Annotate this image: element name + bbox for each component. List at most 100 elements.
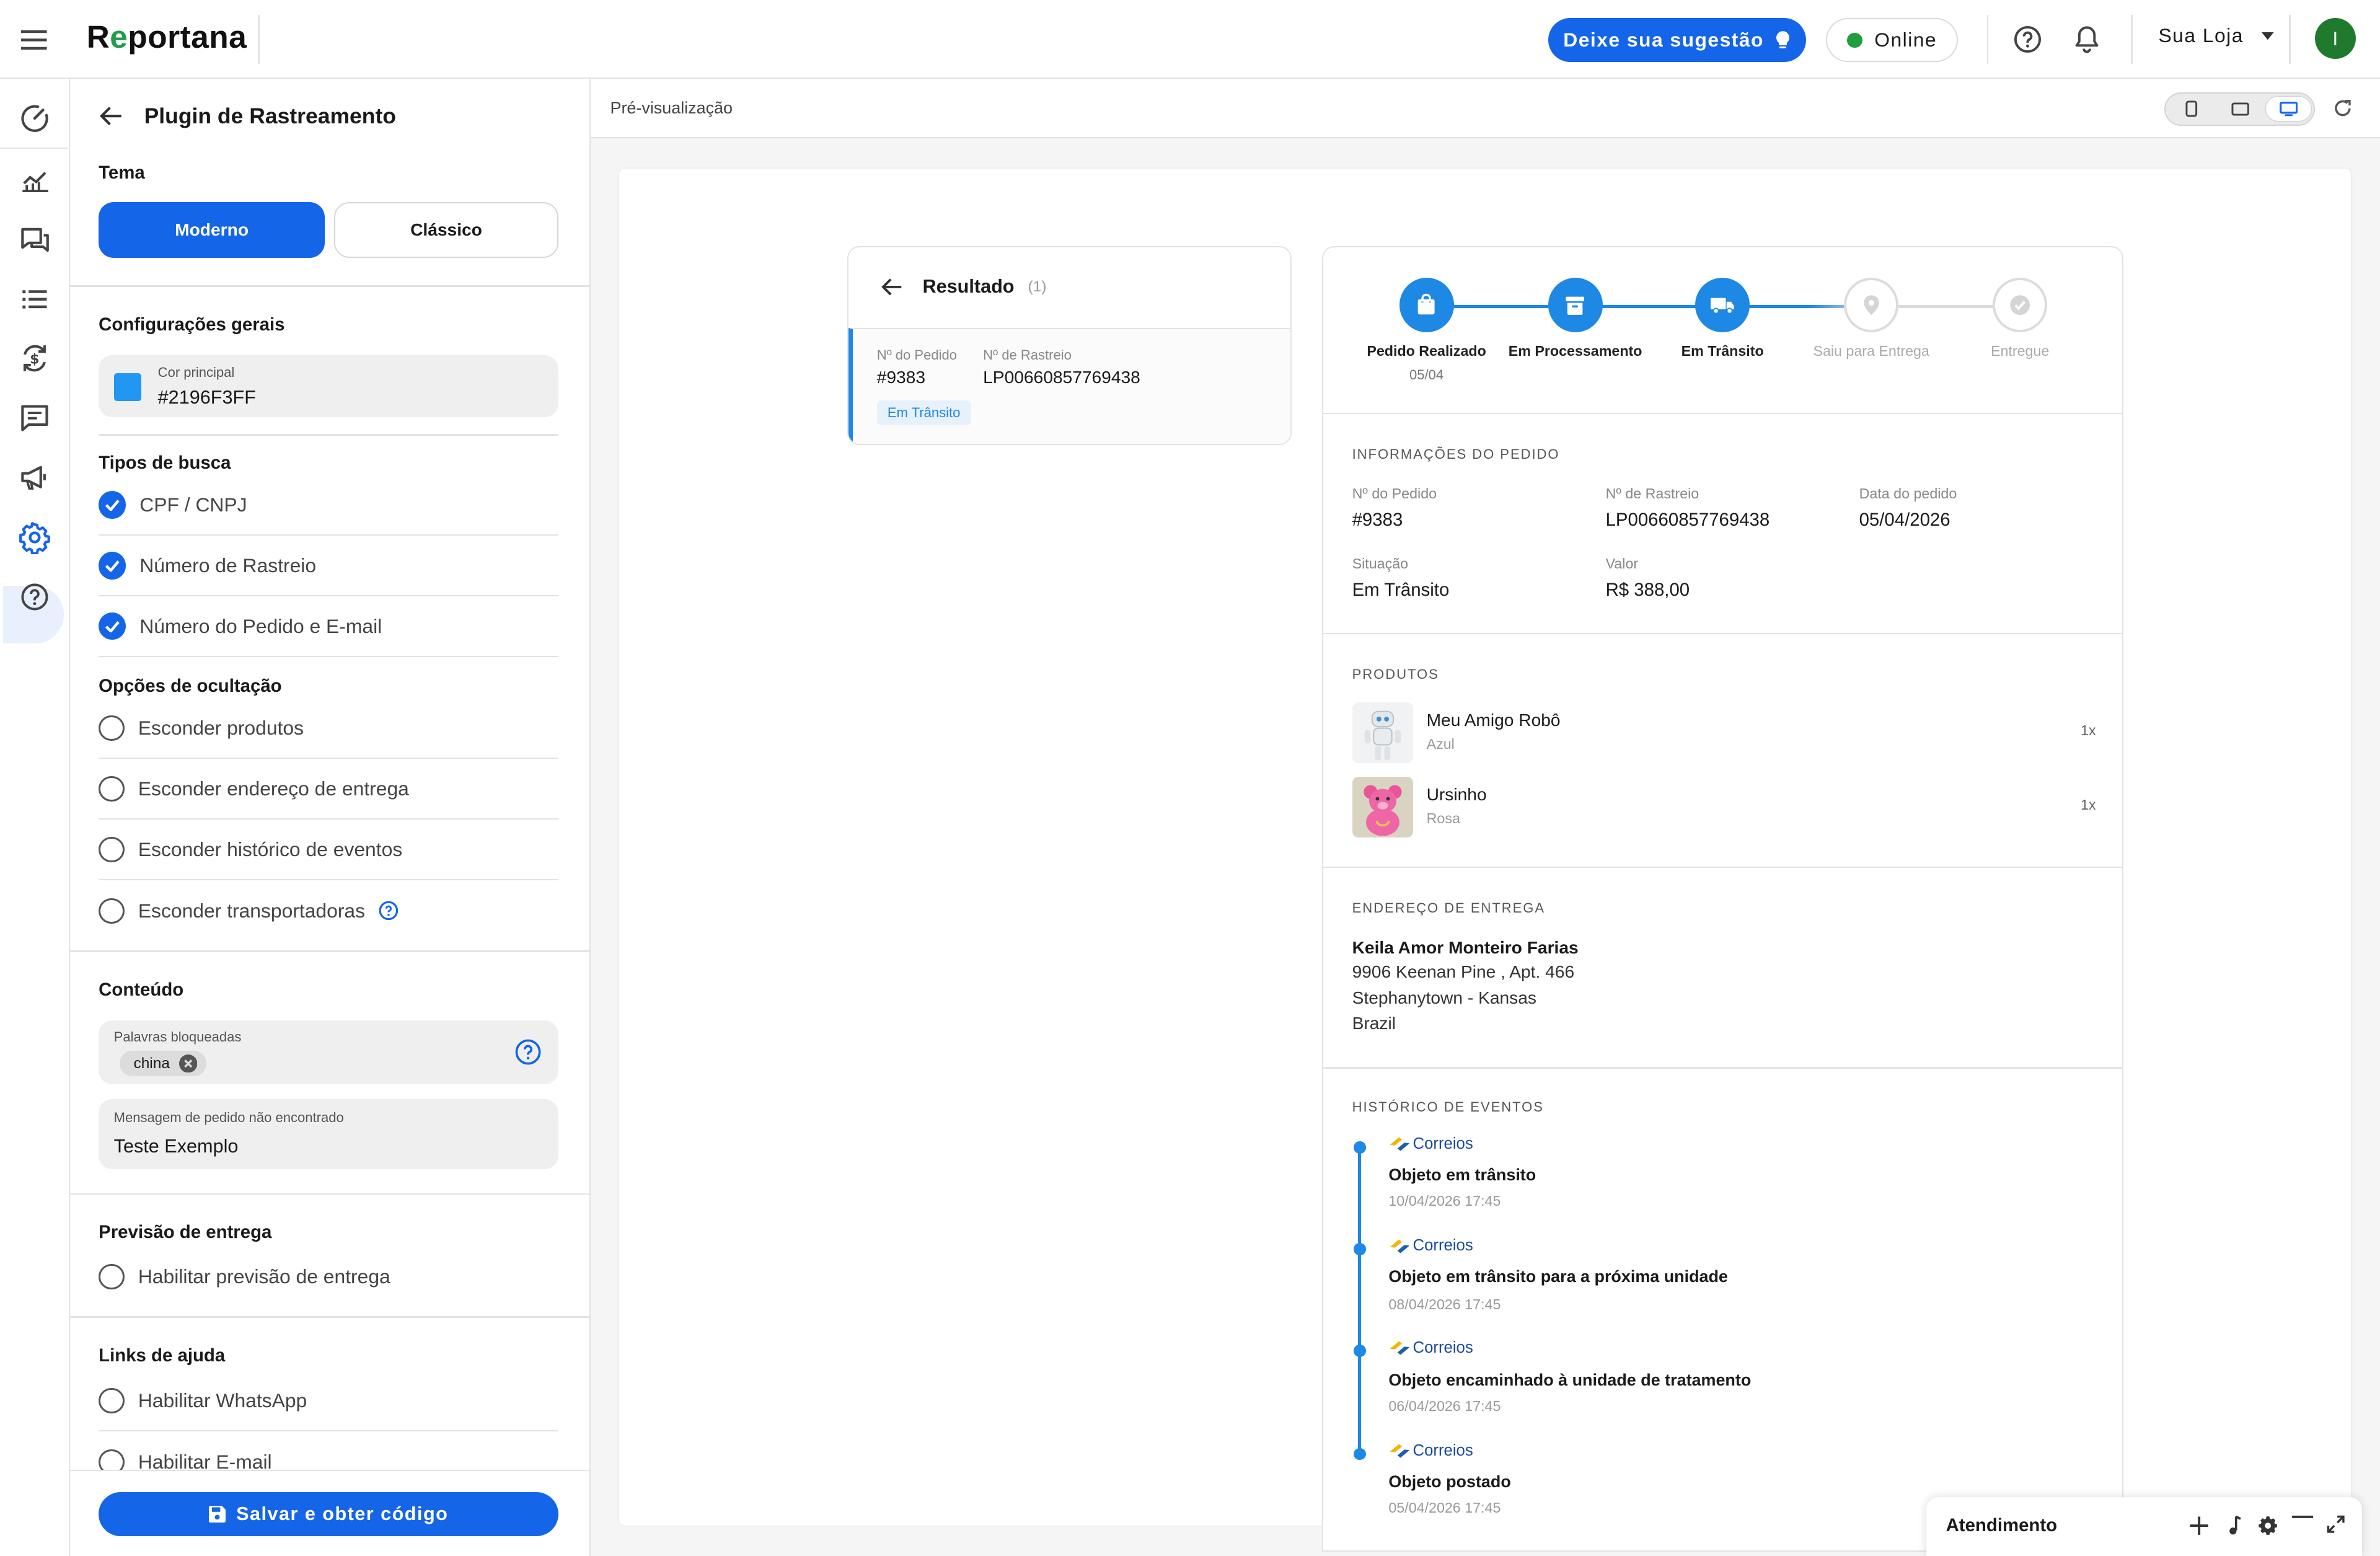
unchecked-circle-icon[interactable] bbox=[99, 1387, 125, 1414]
close-circle-icon[interactable] bbox=[178, 1054, 198, 1073]
refresh-icon[interactable] bbox=[2333, 99, 2353, 118]
hide-option-products[interactable]: Esconder produtos bbox=[99, 699, 559, 759]
result-tracking: Nº de Rastreio LP00660857769438 bbox=[983, 347, 1140, 387]
online-status[interactable]: Online bbox=[1826, 18, 1959, 63]
event-date: 10/04/2026 17:45 bbox=[1388, 1193, 1501, 1209]
unchecked-circle-icon[interactable] bbox=[99, 776, 125, 802]
unchecked-circle-icon[interactable] bbox=[99, 836, 125, 863]
panel-header: Plugin de Rastreamento bbox=[99, 104, 396, 129]
order-info-title: INFORMAÇÕES DO PEDIDO bbox=[1352, 446, 1560, 462]
divider bbox=[99, 434, 559, 436]
theme-modern-button[interactable]: Moderno bbox=[99, 201, 325, 259]
checkbox-checked-icon[interactable] bbox=[99, 491, 126, 519]
address-line: Brazil bbox=[1352, 1014, 1396, 1033]
save-button[interactable]: Salvar e obter código bbox=[99, 1492, 559, 1536]
info-label: Data do pedido bbox=[1859, 485, 1957, 502]
search-option-order-email[interactable]: Número do Pedido e E-mail bbox=[99, 596, 559, 658]
color-swatch[interactable] bbox=[113, 373, 141, 401]
messages-icon[interactable] bbox=[18, 401, 51, 435]
help-link-whatsapp[interactable]: Habilitar WhatsApp bbox=[99, 1371, 559, 1432]
theme-title: Tema bbox=[99, 162, 145, 183]
svg-text:$: $ bbox=[30, 352, 40, 368]
online-label: Online bbox=[1874, 29, 1937, 51]
payments-icon[interactable]: $ bbox=[18, 342, 51, 375]
music-note-icon[interactable] bbox=[2227, 1515, 2242, 1536]
blocked-words-field[interactable]: Palavras bloqueadas china bbox=[99, 1020, 559, 1084]
result-order: Nº do Pedido #9383 bbox=[877, 347, 957, 387]
store-selector[interactable]: Sua Loja bbox=[2158, 24, 2274, 47]
app-root: Reportana Deixe sua sugestão Online Sua … bbox=[0, 0, 2380, 1556]
option-label: CPF / CNPJ bbox=[139, 493, 247, 516]
plus-icon[interactable] bbox=[2188, 1515, 2210, 1536]
correios-logo-icon bbox=[1390, 1444, 1410, 1458]
blocked-word-chip[interactable]: china bbox=[120, 1050, 206, 1077]
tracking-value: LP00660857769438 bbox=[983, 368, 1140, 387]
address-line: 9906 Keenan Pine , Apt. 466 bbox=[1352, 962, 1575, 982]
back-arrow-icon[interactable] bbox=[99, 105, 123, 126]
chat-title: Atendimento bbox=[1946, 1515, 2058, 1536]
carrier-logo: Correios bbox=[1388, 1135, 1473, 1153]
primary-color-field[interactable]: Cor principal #2196F3FF bbox=[99, 355, 559, 418]
not-found-message-field[interactable]: Mensagem de pedido não encontrado Teste … bbox=[99, 1099, 559, 1169]
product-name: Ursinho bbox=[1426, 784, 1487, 804]
help-icon[interactable] bbox=[18, 580, 51, 614]
analytics-icon[interactable] bbox=[18, 164, 51, 197]
unchecked-circle-icon[interactable] bbox=[99, 898, 125, 924]
delivery-forecast-option[interactable]: Habilitar previsão de entrega bbox=[99, 1247, 558, 1307]
minimize-icon[interactable] bbox=[2291, 1514, 2314, 1520]
divider bbox=[1323, 1067, 2123, 1069]
step-label: Entregue bbox=[1990, 343, 2050, 359]
suggestion-label: Deixe sua sugestão bbox=[1563, 29, 1764, 51]
avatar[interactable]: I bbox=[2314, 18, 2356, 60]
gear-icon[interactable] bbox=[2257, 1515, 2278, 1536]
delivery-forecast-title: Previsão de entrega bbox=[99, 1222, 272, 1243]
checkbox-checked-icon[interactable] bbox=[99, 612, 126, 640]
content-title: Conteúdo bbox=[99, 979, 184, 1000]
option-label: Esconder produtos bbox=[138, 717, 304, 739]
search-option-tracking[interactable]: Número de Rastreio bbox=[99, 536, 559, 597]
address-name: Keila Amor Monteiro Farias bbox=[1352, 938, 1579, 958]
search-types-title: Tipos de busca bbox=[99, 452, 231, 473]
back-arrow-icon[interactable] bbox=[880, 277, 903, 297]
hide-option-carriers[interactable]: Esconder transportadoras bbox=[99, 880, 558, 941]
info-label: Valor bbox=[1605, 555, 1639, 572]
step-out-for-delivery: Saiu para Entrega bbox=[1787, 277, 1954, 360]
unchecked-circle-icon[interactable] bbox=[99, 1263, 125, 1290]
divider bbox=[1986, 15, 1989, 64]
divider bbox=[69, 1316, 589, 1318]
expand-icon[interactable] bbox=[2327, 1515, 2345, 1533]
product-item: Meu Amigo Robô Azul 1x bbox=[1352, 702, 2096, 764]
campaign-icon[interactable] bbox=[18, 461, 51, 495]
list-icon[interactable] bbox=[18, 283, 51, 316]
divider bbox=[1323, 632, 2123, 635]
step-label: Saiu para Entrega bbox=[1813, 343, 1929, 359]
suggestion-button[interactable]: Deixe sua sugestão bbox=[1548, 18, 1807, 63]
bell-icon[interactable] bbox=[2073, 24, 2100, 55]
chat-icon[interactable] bbox=[18, 223, 51, 257]
help-links-title: Links de ajuda bbox=[99, 1345, 226, 1366]
help-icon[interactable] bbox=[379, 901, 399, 921]
hide-option-address[interactable]: Esconder endereço de entrega bbox=[99, 759, 559, 820]
dashboard-icon[interactable] bbox=[18, 102, 51, 135]
theme-classic-button[interactable]: Clássico bbox=[333, 201, 559, 259]
search-option-cpf[interactable]: CPF / CNPJ bbox=[99, 475, 559, 536]
result-item[interactable]: Nº do Pedido #9383 Nº de Rastreio LP0066… bbox=[848, 327, 1291, 444]
app-logo[interactable]: Reportana bbox=[87, 18, 247, 55]
tablet-icon[interactable] bbox=[2218, 97, 2263, 121]
checkbox-checked-icon[interactable] bbox=[99, 552, 126, 580]
hide-option-history[interactable]: Esconder histórico de eventos bbox=[99, 820, 559, 881]
product-variant: Rosa bbox=[1426, 810, 1460, 827]
event-title: Objeto postado bbox=[1388, 1472, 1511, 1492]
help-icon[interactable] bbox=[514, 1038, 542, 1066]
carrier-logo: Correios bbox=[1388, 1442, 1473, 1460]
desktop-icon[interactable] bbox=[2265, 97, 2312, 122]
unchecked-circle-icon[interactable] bbox=[99, 715, 125, 741]
option-label: Esconder histórico de eventos bbox=[138, 838, 403, 860]
timeline-line bbox=[1358, 1146, 1362, 1459]
settings-icon[interactable] bbox=[18, 521, 51, 554]
help-icon[interactable] bbox=[2012, 24, 2043, 55]
option-label: Habilitar previsão de entrega bbox=[138, 1265, 390, 1288]
support-chat-widget[interactable]: Atendimento bbox=[1926, 1496, 2362, 1556]
mobile-icon[interactable] bbox=[2169, 97, 2214, 121]
menu-icon[interactable] bbox=[18, 24, 51, 55]
